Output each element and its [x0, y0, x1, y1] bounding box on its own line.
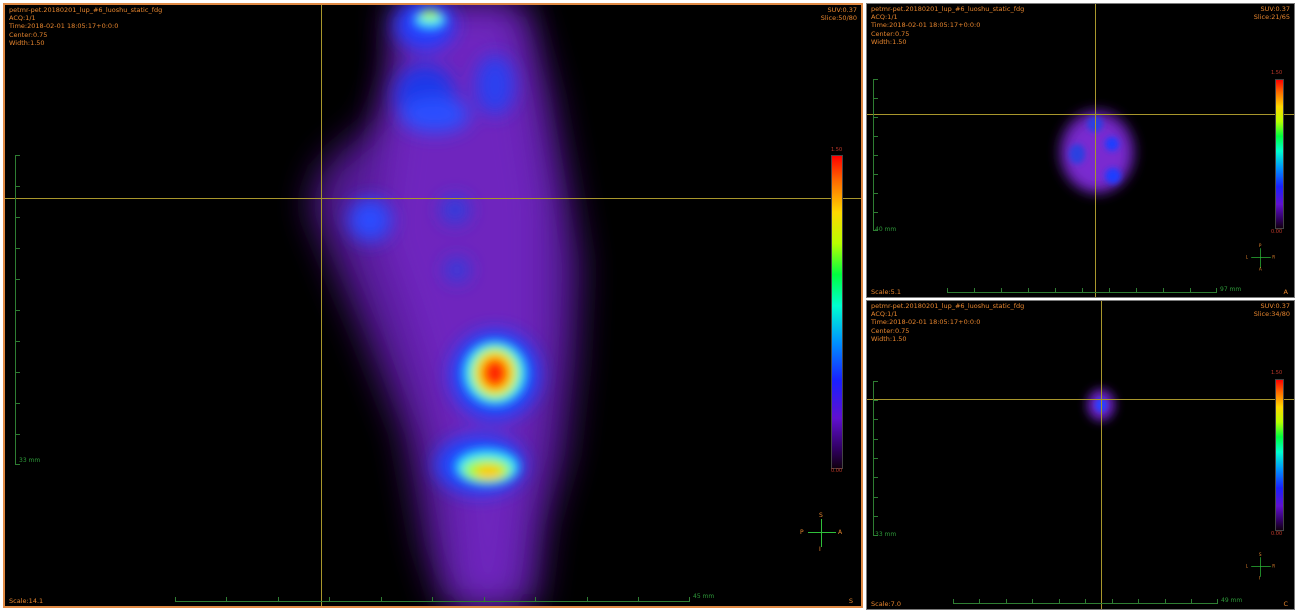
axial-suv: SUV:0.37 [1260, 5, 1290, 13]
main-suv: SUV:0.37 [827, 6, 857, 14]
bottom-info-top-right: SUV:0.37 Slice:34/80 [1254, 302, 1290, 318]
axial-corner-marker: A [1283, 288, 1288, 296]
axial-info-top-right: SUV:0.37 Slice:21/65 [1254, 5, 1290, 21]
main-orient-bottom: I [819, 546, 821, 553]
pet-image-coronal [310, 5, 580, 606]
axial-scale: Scale:5.1 [871, 288, 902, 296]
main-info-top-right: SUV:0.37 Slice:50/80 [821, 6, 857, 22]
bottom-colorbar[interactable] [1275, 379, 1284, 531]
axial-orient-left: L [1245, 255, 1248, 261]
bottom-orient-top: S [1258, 552, 1262, 558]
axial-pet-viewport[interactable]: petmr-pet.20180201_lup_#6_luoshu_static_… [866, 3, 1295, 298]
axial-slice: Slice:21/65 [1253, 13, 1290, 22]
axial-horizontal-mm-label: 97 mm [1220, 286, 1242, 293]
main-orient-left: P [800, 529, 804, 536]
main-time: Time:2018-02-01 18:05:17+0:0:0 [9, 22, 119, 31]
axial-colorbar-min: 0.00 [1271, 229, 1283, 235]
bottom-scale: Scale:7.0 [871, 600, 902, 608]
main-colorbar-max: 1.50 [831, 147, 843, 153]
axial-colorbar[interactable] [1275, 79, 1284, 229]
bottom-acq: ACQ:1/1 [871, 310, 898, 319]
axial-horizontal-ruler [947, 286, 1217, 293]
bottom-colorbar-min: 0.00 [1271, 531, 1283, 537]
axial-info-top-left: petmr-pet.20180201_lup_#6_luoshu_static_… [871, 5, 1024, 46]
bottom-pet-viewport[interactable]: petmr-pet.20180201_lup_#6_luoshu_static_… [866, 300, 1295, 610]
bottom-center: Center:0.75 [871, 326, 910, 335]
main-horizontal-ruler [175, 595, 690, 602]
bottom-suv: SUV:0.37 [1260, 302, 1290, 310]
main-center: Center:0.75 [9, 30, 48, 39]
main-scale: Scale:14.1 [9, 597, 44, 605]
main-vertical-mm-label: 33 mm [19, 457, 41, 464]
bottom-vertical-mm-label: 33 mm [875, 531, 897, 538]
bottom-vertical-ruler [873, 381, 880, 536]
axial-series-title: petmr-pet.20180201_lup_#6_luoshu_static_… [871, 5, 1025, 13]
main-crosshair-vertical[interactable] [321, 5, 322, 606]
axial-colorbar-max: 1.50 [1271, 70, 1283, 76]
main-slice: Slice:50/80 [820, 14, 857, 23]
main-vertical-ruler [15, 155, 22, 465]
bottom-width: Width:1.50 [871, 334, 907, 343]
main-width: Width:1.50 [9, 38, 45, 47]
bottom-slice: Slice:34/80 [1253, 310, 1290, 319]
main-series-title: petmr-pet.20180201_lup_#6_luoshu_static_… [9, 6, 163, 14]
bottom-time: Time:2018-02-01 18:05:17+0:0:0 [871, 318, 981, 327]
bottom-orient-right: R [1272, 564, 1276, 570]
axial-vertical-mm-label: 40 mm [875, 226, 897, 233]
axial-acq: ACQ:1/1 [871, 13, 898, 22]
axial-orientation-cross: P A L R [1245, 243, 1276, 272]
main-orient-right: A [838, 529, 843, 536]
main-horizontal-mm-label: 45 mm [693, 593, 715, 600]
bottom-corner-marker: C [1283, 600, 1288, 608]
pet-image-axial [1059, 110, 1135, 194]
main-pet-viewport[interactable]: petmr-pet.20180201_lup_#6_luoshu_static_… [3, 3, 863, 608]
bottom-crosshair-horizontal[interactable] [867, 399, 1294, 400]
axial-time: Time:2018-02-01 18:05:17+0:0:0 [871, 21, 981, 30]
pet-image-bottom [1087, 389, 1115, 421]
axial-crosshair-horizontal[interactable] [867, 114, 1294, 115]
bottom-orient-bottom: I [1258, 576, 1261, 581]
axial-center: Center:0.75 [871, 29, 910, 38]
bottom-colorbar-max: 1.50 [1271, 370, 1283, 376]
axial-orient-right: R [1272, 255, 1276, 261]
bottom-orientation-cross: S I L R [1245, 552, 1276, 581]
axial-width: Width:1.50 [871, 37, 907, 46]
main-corner-marker: S [848, 597, 853, 605]
bottom-horizontal-mm-label: 49 mm [1221, 597, 1243, 604]
main-orientation-cross: S I P A [800, 512, 843, 553]
axial-crosshair-vertical[interactable] [1095, 4, 1096, 297]
main-colorbar[interactable] [831, 155, 843, 469]
bottom-crosshair-vertical[interactable] [1101, 301, 1102, 609]
axial-vertical-ruler [873, 79, 880, 231]
main-orient-top: S [819, 512, 823, 519]
bottom-series-title: petmr-pet.20180201_lup_#6_luoshu_static_… [871, 302, 1025, 310]
main-colorbar-min: 0.00 [831, 468, 843, 474]
axial-orient-top: P [1258, 243, 1262, 249]
axial-orient-bottom: A [1258, 267, 1262, 272]
main-acq: ACQ:1/1 [9, 14, 36, 23]
main-info-top-left: petmr-pet.20180201_lup_#6_luoshu_static_… [9, 6, 162, 47]
bottom-horizontal-ruler [953, 597, 1218, 604]
main-crosshair-horizontal[interactable] [5, 198, 861, 199]
bottom-orient-left: L [1245, 564, 1248, 570]
bottom-info-top-left: petmr-pet.20180201_lup_#6_luoshu_static_… [871, 302, 1024, 343]
